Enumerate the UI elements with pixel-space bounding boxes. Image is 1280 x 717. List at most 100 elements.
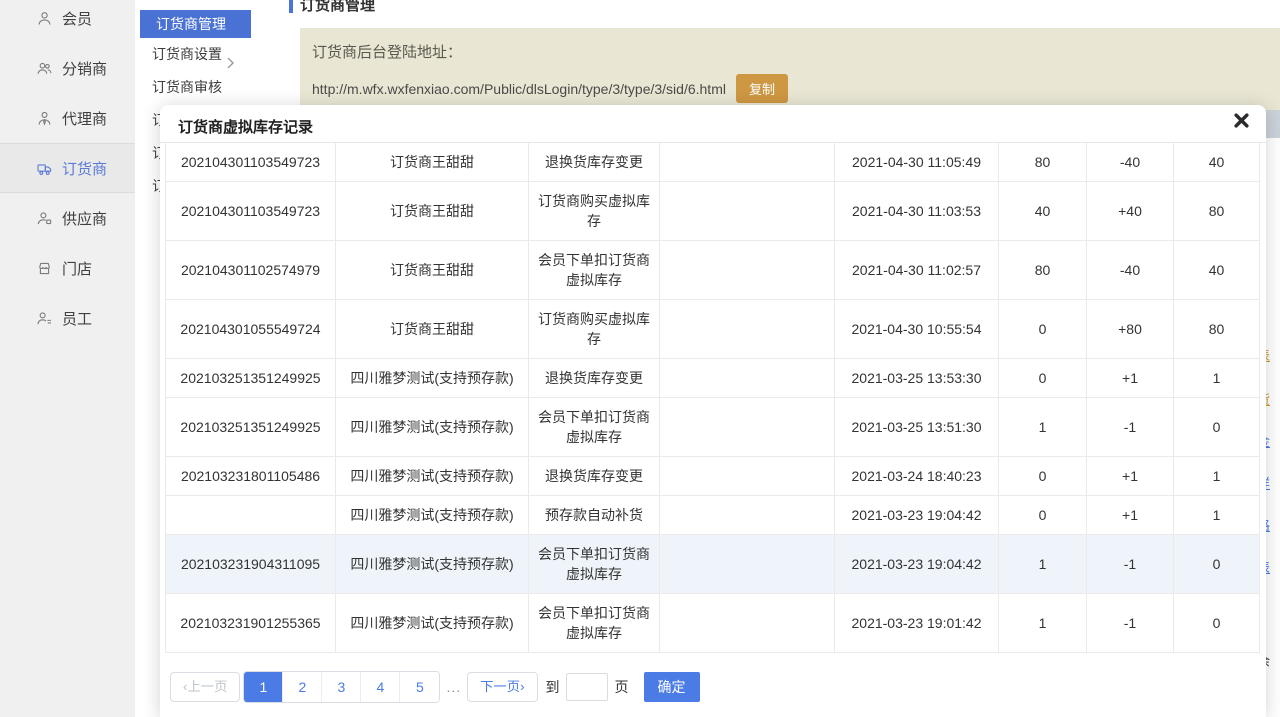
cell-time: 2021-03-23 19:01:42 bbox=[835, 594, 999, 653]
sidebar-item-supplier[interactable]: 供应商 bbox=[0, 193, 135, 243]
cell-change-type: 会员下单扣订货商虚拟库存 bbox=[529, 241, 660, 300]
sidebar-item-agent[interactable]: 代理商 bbox=[0, 93, 135, 143]
cell-stock-after: 0 bbox=[1174, 398, 1260, 457]
cell-change-type: 预存款自动补货 bbox=[529, 496, 660, 535]
cell-orderer-name: 四川雅梦测试(支持预存款) bbox=[336, 359, 529, 398]
cell-change-type: 订货商购买虚拟库存 bbox=[529, 182, 660, 241]
cell-stock-before: 0 bbox=[999, 359, 1087, 398]
member-icon bbox=[36, 10, 53, 27]
page-number-2[interactable]: 2 bbox=[283, 672, 322, 702]
cell-stock-change: -1 bbox=[1087, 594, 1174, 653]
cell-orderer-name: 四川雅梦测试(支持预存款) bbox=[336, 496, 529, 535]
cell-stock-change: +1 bbox=[1087, 496, 1174, 535]
orderer-truck-icon bbox=[36, 160, 53, 177]
cell-empty bbox=[660, 496, 835, 535]
sidebar-item-member[interactable]: 会员 bbox=[0, 0, 135, 43]
cell-time: 2021-04-30 11:05:49 bbox=[835, 143, 999, 182]
sidebar-item-distributor[interactable]: 分销商 bbox=[0, 43, 135, 93]
cell-stock-after: 0 bbox=[1174, 594, 1260, 653]
cell-time: 2021-03-23 19:04:42 bbox=[835, 535, 999, 594]
page-ellipsis: ... bbox=[446, 679, 461, 695]
sidebar-item-store[interactable]: 门店 bbox=[0, 243, 135, 293]
table-row[interactable]: 202104301102574979 订货商王甜甜 会员下单扣订货商虚拟库存 2… bbox=[166, 241, 1260, 300]
cell-stock-before: 80 bbox=[999, 143, 1087, 182]
sidebar-item-orderer[interactable]: 订货商 bbox=[0, 143, 135, 193]
cell-empty bbox=[660, 457, 835, 496]
sidebar: 会员 分销商 代理商 订货商 供应商 门店 bbox=[0, 0, 135, 717]
cell-empty bbox=[660, 241, 835, 300]
cell-stock-change: -40 bbox=[1087, 241, 1174, 300]
cell-order-no: 202103231801105486 bbox=[166, 457, 336, 496]
cell-orderer-name: 订货商王甜甜 bbox=[336, 182, 529, 241]
agent-icon bbox=[36, 110, 53, 127]
submenu-item-audit[interactable]: 订货商审核 bbox=[135, 71, 256, 104]
cell-stock-before: 1 bbox=[999, 398, 1087, 457]
cell-stock-after: 0 bbox=[1174, 535, 1260, 594]
sidebar-item-label: 供应商 bbox=[62, 208, 107, 229]
cell-orderer-name: 四川雅梦测试(支持预存款) bbox=[336, 398, 529, 457]
cell-order-no: 202103231904311095 bbox=[166, 535, 336, 594]
table-row[interactable]: 四川雅梦测试(支持预存款) 预存款自动补货 2021-03-23 19:04:4… bbox=[166, 496, 1260, 535]
goto-page-input[interactable] bbox=[566, 673, 608, 701]
table-row[interactable]: 202104301055549724 订货商王甜甜 订货商购买虚拟库存 2021… bbox=[166, 300, 1260, 359]
submenu-item-manage[interactable]: 订货商管理 bbox=[140, 10, 251, 38]
login-address-label: 订货商后台登陆地址： bbox=[312, 41, 1280, 62]
cell-change-type: 退换货库存变更 bbox=[529, 359, 660, 398]
inventory-table-body: 202104301103549723 订货商王甜甜 退换货库存变更 2021-0… bbox=[166, 143, 1260, 653]
cell-change-type: 会员下单扣订货商虚拟库存 bbox=[529, 535, 660, 594]
cell-stock-before: 80 bbox=[999, 241, 1087, 300]
cell-stock-change: +80 bbox=[1087, 300, 1174, 359]
cell-orderer-name: 四川雅梦测试(支持预存款) bbox=[336, 457, 529, 496]
copy-button[interactable]: 复制 bbox=[736, 74, 788, 103]
table-row[interactable]: 202103231801105486 四川雅梦测试(支持预存款) 退换货库存变更… bbox=[166, 457, 1260, 496]
modal-title: 订货商虚拟库存记录 bbox=[178, 116, 313, 137]
sidebar-item-label: 订货商 bbox=[62, 158, 107, 179]
page-number-5[interactable]: 5 bbox=[400, 672, 439, 702]
cell-time: 2021-04-30 11:03:53 bbox=[835, 182, 999, 241]
chevron-right-icon bbox=[227, 48, 234, 60]
page-number-3[interactable]: 3 bbox=[322, 672, 361, 702]
page-title-row: 订货商管理 bbox=[289, 0, 375, 15]
cell-change-type: 会员下单扣订货商虚拟库存 bbox=[529, 398, 660, 457]
submenu-item-settings[interactable]: 订货商设置 bbox=[135, 38, 256, 71]
next-page-button[interactable]: 下一页› bbox=[467, 672, 537, 702]
page-unit-label: 页 bbox=[615, 677, 629, 697]
cell-empty bbox=[660, 359, 835, 398]
cell-order-no: 202103231901255365 bbox=[166, 594, 336, 653]
cell-change-type: 退换货库存变更 bbox=[529, 457, 660, 496]
close-icon[interactable] bbox=[1234, 113, 1252, 131]
table-row[interactable]: 202103251351249925 四川雅梦测试(支持预存款) 退换货库存变更… bbox=[166, 359, 1260, 398]
cell-empty bbox=[660, 300, 835, 359]
page-number-group: 1 2 3 4 5 bbox=[243, 671, 440, 703]
page-number-4[interactable]: 4 bbox=[361, 672, 400, 702]
cell-time: 2021-03-24 18:40:23 bbox=[835, 457, 999, 496]
cell-stock-after: 40 bbox=[1174, 143, 1260, 182]
cell-stock-before: 0 bbox=[999, 496, 1087, 535]
cell-empty bbox=[660, 398, 835, 457]
page-title: 订货商管理 bbox=[300, 0, 375, 15]
table-row[interactable]: 202103231901255365 四川雅梦测试(支持预存款) 会员下单扣订货… bbox=[166, 594, 1260, 653]
cell-time: 2021-03-23 19:04:42 bbox=[835, 496, 999, 535]
cell-stock-change: +40 bbox=[1087, 182, 1174, 241]
table-row[interactable]: 202103251351249925 四川雅梦测试(支持预存款) 会员下单扣订货… bbox=[166, 398, 1260, 457]
table-row[interactable]: 202104301103549723 订货商王甜甜 订货商购买虚拟库存 2021… bbox=[166, 182, 1260, 241]
cell-stock-before: 1 bbox=[999, 535, 1087, 594]
sidebar-item-staff[interactable]: 员工 bbox=[0, 293, 135, 343]
sidebar-item-label: 门店 bbox=[62, 258, 92, 279]
cell-empty bbox=[660, 535, 835, 594]
table-row[interactable]: 202103231904311095 四川雅梦测试(支持预存款) 会员下单扣订货… bbox=[166, 535, 1260, 594]
cell-order-no: 202103251351249925 bbox=[166, 398, 336, 457]
cell-time: 2021-03-25 13:51:30 bbox=[835, 398, 999, 457]
sidebar-item-label: 会员 bbox=[62, 8, 92, 29]
confirm-button[interactable]: 确定 bbox=[644, 672, 700, 702]
prev-page-button[interactable]: ‹上一页 bbox=[170, 672, 240, 702]
login-address-box: 订货商后台登陆地址： http://m.wfx.wxfenxiao.com/Pu… bbox=[300, 28, 1280, 112]
cell-stock-after: 80 bbox=[1174, 182, 1260, 241]
cell-stock-before: 1 bbox=[999, 594, 1087, 653]
sidebar-item-label: 代理商 bbox=[62, 108, 107, 129]
table-row[interactable]: 202104301103549723 订货商王甜甜 退换货库存变更 2021-0… bbox=[166, 143, 1260, 182]
cell-order-no: 202104301102574979 bbox=[166, 241, 336, 300]
sidebar-list: 会员 分销商 代理商 订货商 供应商 门店 bbox=[0, 0, 135, 343]
cell-orderer-name: 订货商王甜甜 bbox=[336, 300, 529, 359]
page-number-1[interactable]: 1 bbox=[244, 672, 283, 702]
